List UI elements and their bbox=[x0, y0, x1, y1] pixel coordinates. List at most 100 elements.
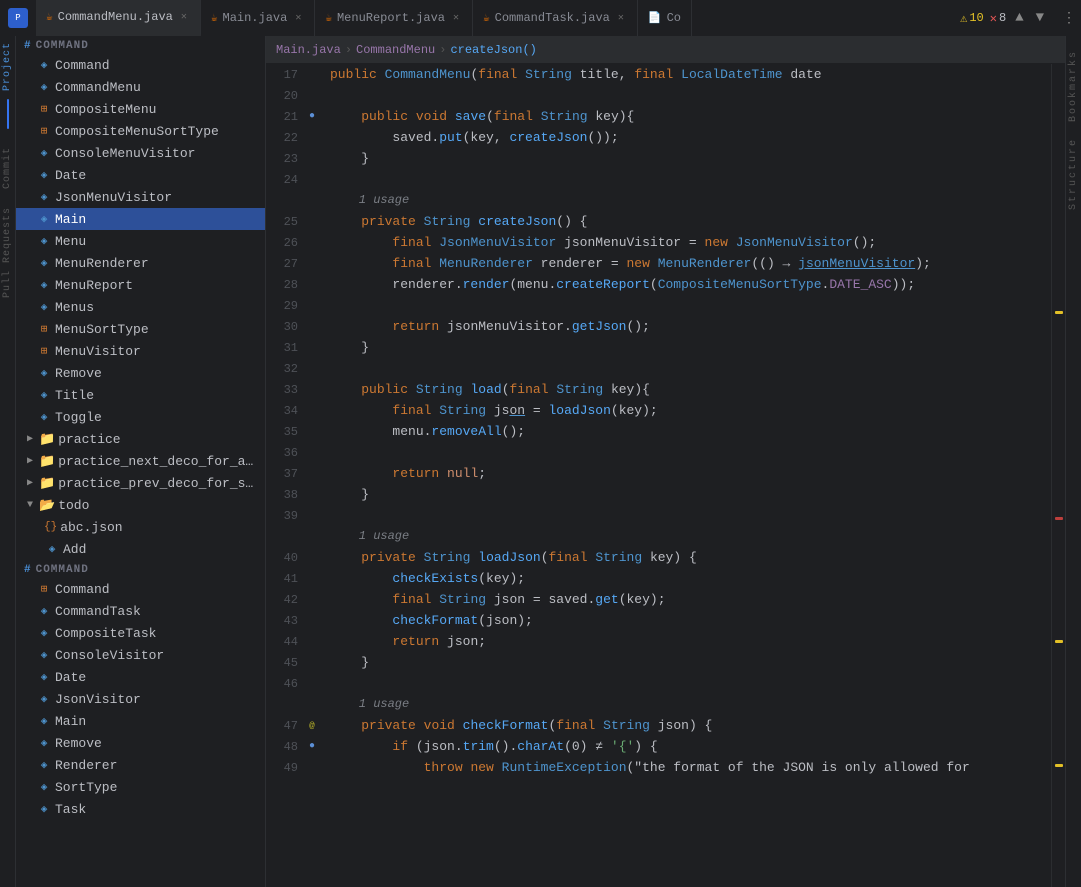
project-sidebar-label[interactable]: Project bbox=[2, 42, 13, 91]
sidebar-item-practice[interactable]: ▶ 📁 practice bbox=[16, 428, 265, 450]
sidebar-item-menus[interactable]: ◈ Menus bbox=[16, 296, 265, 318]
breadcrumb-item-createjson[interactable]: createJson() bbox=[450, 43, 536, 57]
tab-main-close[interactable]: ✕ bbox=[292, 11, 304, 25]
line-37-row: 37 bbox=[266, 463, 324, 484]
line-28-row: 28 bbox=[266, 274, 324, 295]
scroll-down-btn[interactable]: ▼ bbox=[1033, 8, 1047, 28]
sidebar-item-main2-label: Main bbox=[55, 714, 86, 729]
commandtask-tab-icon: ☕ bbox=[483, 11, 490, 25]
tab-menureport-close[interactable]: ✕ bbox=[450, 11, 462, 25]
breadcrumb-item-main[interactable]: Main.java bbox=[276, 43, 341, 57]
sidebar-item-remove2[interactable]: ◈ Remove bbox=[16, 732, 265, 754]
sidebar-item-main[interactable]: ◈ Main bbox=[16, 208, 265, 230]
sidebar-item-toggle[interactable]: ◈ Toggle bbox=[16, 406, 265, 428]
sidebar-item-menusorttype[interactable]: ⊞ MenuSortType bbox=[16, 318, 265, 340]
line-31-row: 31 bbox=[266, 337, 324, 358]
code-line-39 bbox=[330, 505, 1051, 526]
sidebar-item-practice-next[interactable]: ▶ 📁 practice_next_deco_for_add bbox=[16, 450, 265, 472]
sidebar-item-menu[interactable]: ◈ Menu bbox=[16, 230, 265, 252]
usage-row-2 bbox=[266, 526, 324, 547]
line-34-row: 34 bbox=[266, 400, 324, 421]
tab-commandtask-close[interactable]: ✕ bbox=[615, 11, 627, 25]
menu-icon: ◈ bbox=[36, 233, 52, 249]
scroll-up-btn[interactable]: ▲ bbox=[1012, 8, 1026, 28]
sidebar-item-practice-label: practice bbox=[58, 432, 120, 447]
usage-line-3: 1 usage bbox=[330, 694, 1051, 715]
code-line-42: final String json = saved.get(key); bbox=[330, 589, 1051, 610]
code-content[interactable]: public CommandMenu(final String title, f… bbox=[324, 64, 1051, 887]
tab-menureport[interactable]: ☕ MenuReport.java ✕ bbox=[315, 0, 473, 36]
practice-chevron: ▶ bbox=[24, 433, 36, 445]
ln-47-icon: @ bbox=[304, 721, 320, 731]
sidebar-item-renderer[interactable]: ◈ Renderer bbox=[16, 754, 265, 776]
sidebar-item-date[interactable]: ◈ Date bbox=[16, 164, 265, 186]
sidebar-item-remove[interactable]: ◈ Remove bbox=[16, 362, 265, 384]
sidebar-item-menuvisitor[interactable]: ⊞ MenuVisitor bbox=[16, 340, 265, 362]
tab-commandtask-label: CommandTask.java bbox=[495, 11, 610, 25]
sidebar-item-commandmenu[interactable]: ◈ CommandMenu bbox=[16, 76, 265, 98]
sidebar-item-todo-add[interactable]: ◈ Add bbox=[16, 538, 265, 560]
ln-30: 30 bbox=[266, 320, 304, 334]
line-45-row: 45 bbox=[266, 652, 324, 673]
breadcrumb-bar: Main.java › CommandMenu › createJson() bbox=[266, 36, 1065, 64]
errors-badge[interactable]: ✕ 8 bbox=[990, 11, 1006, 26]
bookmarks-label[interactable]: Bookmarks bbox=[1067, 44, 1080, 128]
tabs-menu-btn[interactable]: ⋮ bbox=[1057, 8, 1081, 29]
sidebar-item-title[interactable]: ◈ Title bbox=[16, 384, 265, 406]
sidebar-item-command[interactable]: ◈ Command bbox=[16, 54, 265, 76]
sidebar-item-abc-json[interactable]: {} abc.json bbox=[16, 516, 265, 538]
sidebar-item-jsonmenuvisitor[interactable]: ◈ JsonMenuVisitor bbox=[16, 186, 265, 208]
co-tab-icon: 📄 bbox=[648, 11, 662, 25]
line-38-row: 38 bbox=[266, 484, 324, 505]
sidebar-item-main2[interactable]: ◈ Main bbox=[16, 710, 265, 732]
commit-label[interactable]: Commit bbox=[2, 147, 13, 189]
ln-33: 33 bbox=[266, 383, 304, 397]
ln-41: 41 bbox=[266, 572, 304, 586]
ln-48: 48 bbox=[266, 740, 304, 754]
sidebar-item-practice-prev[interactable]: ▶ 📁 practice_prev_deco_for_sect bbox=[16, 472, 265, 494]
title-icon: ◈ bbox=[36, 387, 52, 403]
tab-commandmenu-close[interactable]: ✕ bbox=[178, 10, 190, 24]
consolemenuvisitor-icon: ◈ bbox=[36, 145, 52, 161]
sidebar-item-jsonvisitor[interactable]: ◈ JsonVisitor bbox=[16, 688, 265, 710]
breadcrumb-item-commandmenu[interactable]: CommandMenu bbox=[356, 43, 435, 57]
todo-command-icon: ⊞ bbox=[36, 581, 52, 597]
jsonmenuvisitor-icon: ◈ bbox=[36, 189, 52, 205]
tab-main[interactable]: ☕ Main.java ✕ bbox=[201, 0, 315, 36]
sidebar-item-todo[interactable]: ▼ 📂 todo bbox=[16, 494, 265, 516]
warnings-badge[interactable]: ⚠ 10 bbox=[960, 11, 984, 26]
sidebar-item-menurenderer[interactable]: ◈ MenuRenderer bbox=[16, 252, 265, 274]
sidebar-item-sorttype[interactable]: ◈ SortType bbox=[16, 776, 265, 798]
sidebar-item-task-label: Task bbox=[55, 802, 86, 817]
sidebar-item-compositemenu-sorttype[interactable]: ⊞ CompositeMenuSortType bbox=[16, 120, 265, 142]
breadcrumb-sep2: › bbox=[439, 43, 446, 57]
sidebar-item-compositemenu[interactable]: ⊞ CompositeMenu bbox=[16, 98, 265, 120]
ln-42: 42 bbox=[266, 593, 304, 607]
practice-prev-chevron: ▶ bbox=[24, 477, 36, 489]
sidebar-item-todo-command[interactable]: ⊞ Command bbox=[16, 578, 265, 600]
sidebar-item-renderer-label: Renderer bbox=[55, 758, 117, 773]
sidebar-item-consolemenuvisitor-label: ConsoleMenuVisitor bbox=[55, 146, 195, 161]
sidebar-item-menureport[interactable]: ◈ MenuReport bbox=[16, 274, 265, 296]
sidebar-item-compositetask[interactable]: ◈ CompositeTask bbox=[16, 622, 265, 644]
tab-commandtask[interactable]: ☕ CommandTask.java ✕ bbox=[473, 0, 638, 36]
tab-commandmenu[interactable]: ☕ CommandMenu.java ✕ bbox=[36, 0, 201, 36]
project-icon[interactable]: P bbox=[8, 8, 28, 28]
structure-label[interactable]: Structure bbox=[1067, 132, 1080, 216]
sidebar-item-consolemenuvisitor[interactable]: ◈ ConsoleMenuVisitor bbox=[16, 142, 265, 164]
tab-co[interactable]: 📄 Co bbox=[638, 0, 692, 36]
ln-39: 39 bbox=[266, 509, 304, 523]
ln-36: 36 bbox=[266, 446, 304, 460]
pull-requests-label[interactable]: Pull Requests bbox=[2, 207, 13, 298]
line-20-row: 20 bbox=[266, 85, 324, 106]
sidebar-item-consolevisitor[interactable]: ◈ ConsoleVisitor bbox=[16, 644, 265, 666]
scroll-indicator-strip[interactable] bbox=[1051, 64, 1065, 887]
code-line-49: throw new RuntimeException("the format o… bbox=[330, 757, 1051, 778]
sidebar-item-commandtask[interactable]: ◈ CommandTask bbox=[16, 600, 265, 622]
sidebar-item-task[interactable]: ◈ Task bbox=[16, 798, 265, 820]
commandtask2-icon: ◈ bbox=[36, 603, 52, 619]
sidebar-item-date2[interactable]: ◈ Date bbox=[16, 666, 265, 688]
command-icon: ◈ bbox=[36, 57, 52, 73]
code-line-37: return null; bbox=[330, 463, 1051, 484]
code-line-48: if (json.trim().charAt(0) ≠ '{') { bbox=[330, 736, 1051, 757]
